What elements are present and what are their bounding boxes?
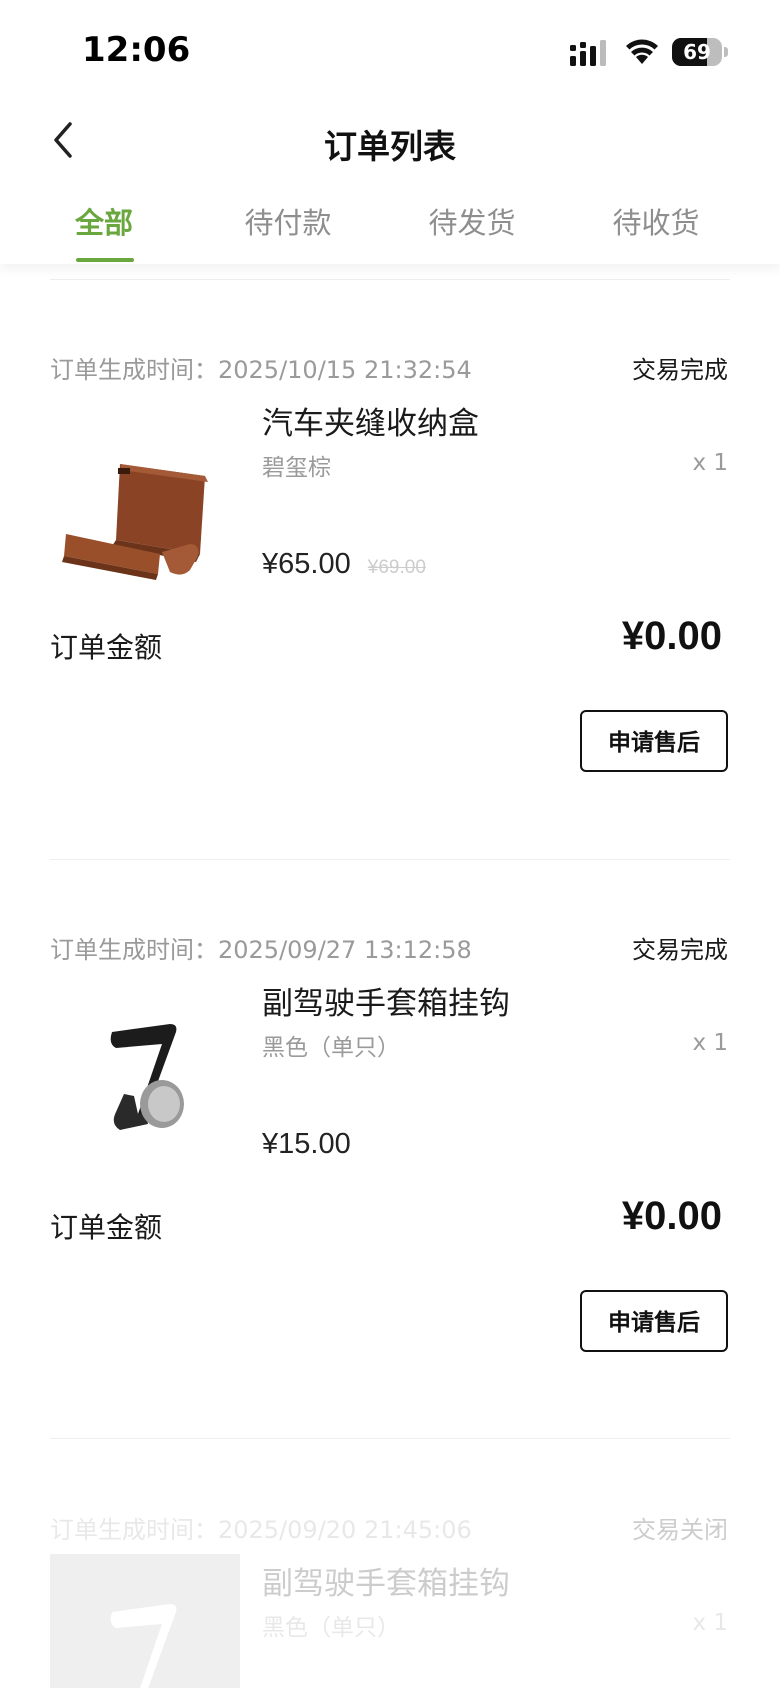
tab-pending-shipment[interactable]: 待发货: [412, 200, 532, 242]
product-quantity: x 1: [692, 1030, 728, 1056]
product-image-hook[interactable]: [50, 974, 240, 1164]
product-image-hook[interactable]: [50, 1554, 240, 1688]
order-tabs: 全部 待付款 待发货 待收货: [0, 180, 780, 264]
tab-pending-receipt[interactable]: 待收货: [596, 200, 716, 242]
battery-percent: 69: [683, 40, 711, 64]
product-variant: 碧玺棕: [262, 455, 331, 481]
order-card[interactable]: 订单生成时间：2025/10/15 21:32:54 交易完成 汽车夹缝收纳盒 …: [0, 350, 780, 890]
order-status: 交易完成: [632, 356, 728, 384]
order-status: 交易关闭: [632, 1516, 728, 1544]
battery-icon: 69: [672, 38, 722, 66]
product-name: 汽车夹缝收纳盒: [262, 406, 479, 442]
nav-bar: 订单列表: [0, 100, 780, 180]
page-title: 订单列表: [324, 127, 456, 166]
order-time: 订单生成时间：2025/09/27 13:12:58: [50, 936, 472, 964]
product-name: 副驾驶手套箱挂钩: [262, 1566, 510, 1602]
apply-after-sale-button[interactable]: 申请售后: [580, 1290, 728, 1352]
order-time: 订单生成时间：2025/09/20 21:45:06: [50, 1516, 472, 1544]
product-price: ¥65.00: [262, 548, 351, 580]
cellular-signal-icon: [570, 40, 606, 66]
battery-cap: [724, 47, 728, 57]
divider: [50, 859, 730, 860]
product-image-storage-box[interactable]: [50, 394, 240, 584]
order-total-amount: ¥0.00: [621, 1194, 722, 1238]
product-quantity: x 1: [692, 450, 728, 476]
original-price: ¥69.00: [367, 557, 426, 578]
order-total-label: 订单金额: [50, 1211, 163, 1244]
order-time: 订单生成时间：2025/10/15 21:32:54: [50, 356, 472, 384]
apply-after-sale-button[interactable]: 申请售后: [580, 710, 728, 772]
product-name: 副驾驶手套箱挂钩: [262, 986, 510, 1022]
order-total-amount: ¥0.00: [621, 614, 722, 658]
status-bar: 12:06 69: [0, 0, 780, 100]
price-row: ¥65.00 ¥69.00: [262, 548, 426, 581]
order-card[interactable]: 订单生成时间：2025/09/27 13:12:58 交易完成 副驾驶手套箱挂钩…: [0, 930, 780, 1470]
order-card[interactable]: 订单生成时间：2025/09/20 21:45:06 交易关闭 副驾驶手套箱挂钩…: [0, 1510, 780, 1688]
tab-all[interactable]: 全部: [44, 200, 164, 242]
price-row: ¥15.00: [262, 1128, 351, 1161]
product-variant: 黑色（单只）: [262, 1615, 400, 1641]
divider: [50, 279, 730, 280]
status-time: 12:06: [82, 30, 191, 70]
wifi-icon: [626, 39, 658, 64]
product-variant: 黑色（单只）: [262, 1035, 400, 1061]
order-status: 交易完成: [632, 936, 728, 964]
tab-pending-payment[interactable]: 待付款: [228, 200, 348, 242]
product-quantity: x 1: [692, 1610, 728, 1636]
active-tab-indicator: [76, 258, 134, 262]
order-total-label: 订单金额: [50, 631, 163, 664]
divider: [50, 1438, 730, 1439]
product-price: ¥15.00: [262, 1128, 351, 1160]
